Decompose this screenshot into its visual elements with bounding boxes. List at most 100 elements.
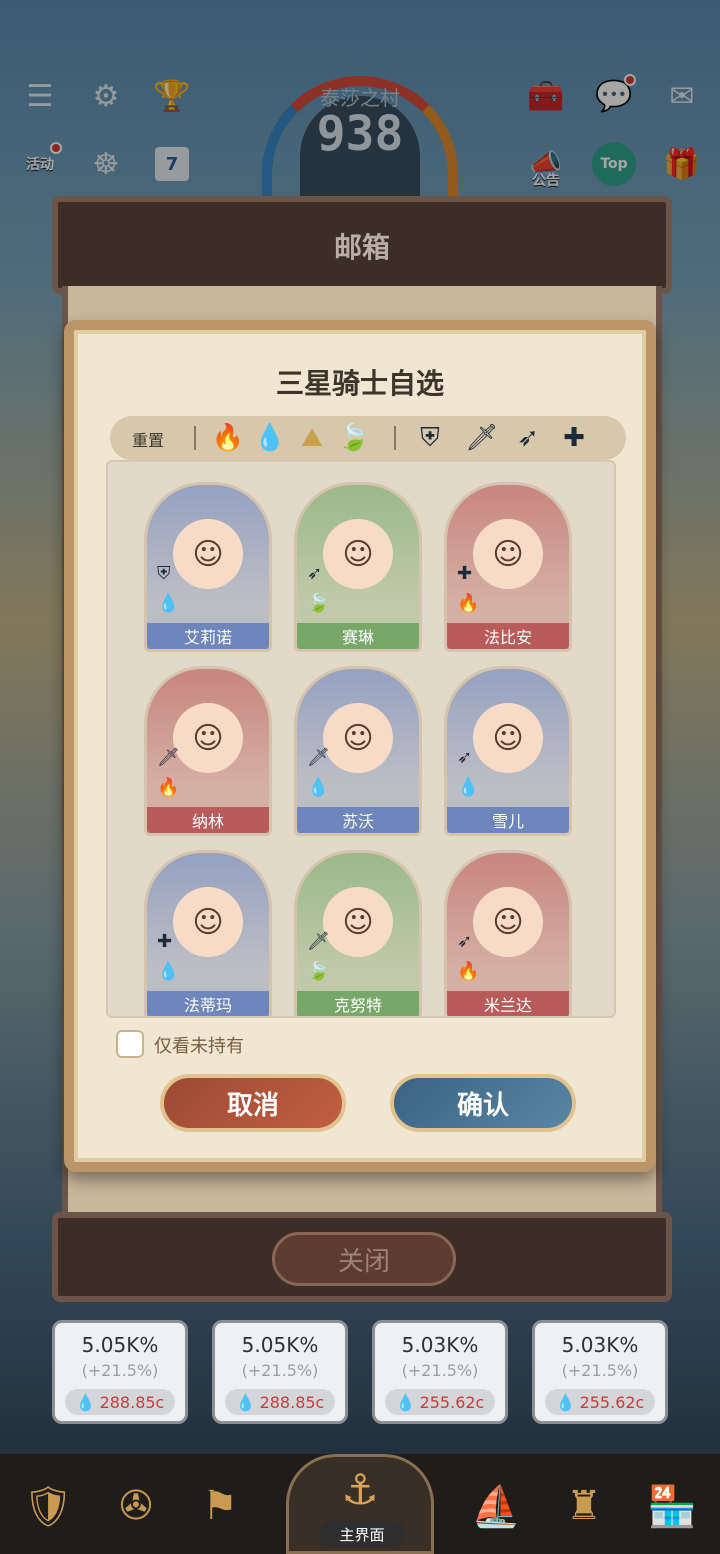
stat-card[interactable]: 5.03K% (+21.5%) 💧 255.62c (532, 1320, 668, 1424)
stat-cost: 💧 255.62c (545, 1389, 655, 1415)
face-icon: ☺ (173, 703, 243, 773)
stat-value: 5.05K% (241, 1333, 319, 1357)
water-drop-icon: 💧 (235, 1392, 256, 1412)
main-nav-label: 主界面 (319, 1521, 405, 1547)
fire-filter-icon[interactable]: 🔥 (210, 420, 246, 456)
water-drop-icon: 💧 (75, 1392, 96, 1412)
face-icon: ☺ (323, 703, 393, 773)
stat-cost-value: 255.62c (579, 1392, 645, 1412)
knight-card[interactable]: ☺ 🗡 💧 苏沃 (294, 666, 422, 836)
face-icon: ☺ (473, 703, 543, 773)
water-drop-icon: 💧 (395, 1392, 416, 1412)
element-icon: 🔥 (457, 961, 480, 982)
role-icon: ➶ (457, 931, 473, 952)
earth-filter-icon[interactable]: ⛰ (294, 420, 330, 456)
knight-card[interactable]: ☺ ✚ 🔥 法比安 (444, 482, 572, 652)
mailbox-header: 邮箱 (52, 196, 672, 294)
confirm-button[interactable]: 确认 (390, 1074, 576, 1132)
stat-delta: (+21.5%) (401, 1361, 479, 1380)
only-unowned-checkbox[interactable] (116, 1030, 144, 1058)
face-icon: ☺ (323, 887, 393, 957)
stat-delta: (+21.5%) (241, 1361, 319, 1380)
role-icon: ✚ (157, 931, 173, 952)
element-icon: 🍃 (307, 961, 330, 982)
stat-card[interactable]: 5.05K% (+21.5%) 💧 288.85c (212, 1320, 348, 1424)
knight-card[interactable]: ☺ ✚ 💧 法蒂玛 (144, 850, 272, 1016)
role-icon: ➶ (307, 563, 323, 584)
role-icon: 🗡 (307, 747, 330, 768)
knight-card[interactable]: ☺ ➶ 🔥 米兰达 (444, 850, 572, 1016)
shield-nav-icon[interactable]: 🛡 (8, 1470, 88, 1542)
mailbox-title: 邮箱 (333, 231, 390, 264)
knight-card[interactable]: ☺ ⛨ 💧 艾莉诺 (144, 482, 272, 652)
element-icon: 🔥 (457, 593, 480, 614)
propeller-nav-icon[interactable]: ✇ (96, 1470, 176, 1542)
element-icon: 💧 (457, 777, 480, 798)
stat-cost-value: 255.62c (419, 1392, 485, 1412)
knight-select-dialog: 三星骑士自选 重置 🔥 💧 ⛰ 🍃 ⛨ 🗡 ➶ ✚ ☺ ⛨ 💧 艾莉诺 ☺ ➶ … (64, 320, 656, 1172)
knight-card[interactable]: ☺ ➶ 💧 雪儿 (444, 666, 572, 836)
shield-filter-icon[interactable]: ⛨ (412, 420, 448, 456)
knight-grid: ☺ ⛨ 💧 艾莉诺 ☺ ➶ 🍃 赛琳 ☺ ✚ 🔥 法比安 ☺ 🗡 🔥 纳林 ☺ … (106, 460, 616, 1018)
water-filter-icon[interactable]: 💧 (252, 420, 288, 456)
knight-name: 赛琳 (297, 623, 419, 649)
knight-name: 雪儿 (447, 807, 569, 833)
wind-filter-icon[interactable]: 🍃 (336, 420, 372, 456)
stat-cost: 💧 288.85c (65, 1389, 175, 1415)
knight-name: 纳林 (147, 807, 269, 833)
knight-name: 克努特 (297, 991, 419, 1016)
element-icon: 💧 (307, 777, 330, 798)
reset-button[interactable]: 重置 (132, 427, 164, 451)
dialog-title: 三星骑士自选 (275, 367, 444, 400)
knight-name: 法比安 (447, 623, 569, 649)
only-unowned-label: 仅看未持有 (154, 1036, 244, 1057)
role-icon: 🗡 (307, 931, 330, 952)
face-icon: ☺ (323, 519, 393, 589)
stat-value: 5.05K% (81, 1333, 159, 1357)
stat-cost-value: 288.85c (99, 1392, 165, 1412)
stat-card[interactable]: 5.05K% (+21.5%) 💧 288.85c (52, 1320, 188, 1424)
knight-name: 法蒂玛 (147, 991, 269, 1016)
face-icon: ☺ (473, 887, 543, 957)
role-icon: 🗡 (157, 747, 180, 768)
knight-card[interactable]: ☺ ➶ 🍃 赛琳 (294, 482, 422, 652)
mailbox-footer: 关闭 (52, 1212, 672, 1302)
role-icon: ➶ (457, 747, 473, 768)
stat-value: 5.03K% (561, 1333, 639, 1357)
role-icon: ✚ (457, 563, 473, 584)
divider (394, 426, 396, 450)
ship-nav-icon[interactable]: ⛵ (456, 1470, 536, 1542)
role-icon: ⛨ (157, 563, 171, 584)
element-icon: 💧 (157, 961, 180, 982)
tower-nav-icon[interactable]: ♜ (544, 1470, 624, 1542)
anchor-icon: ⚓ (341, 1465, 379, 1514)
banner-nav-icon[interactable]: ⚑ (180, 1470, 260, 1542)
stat-value: 5.03K% (401, 1333, 479, 1357)
knight-name: 苏沃 (297, 807, 419, 833)
face-icon: ☺ (173, 519, 243, 589)
close-button[interactable]: 关闭 (272, 1232, 456, 1286)
element-icon: 🔥 (157, 777, 180, 798)
stat-card[interactable]: 5.03K% (+21.5%) 💧 255.62c (372, 1320, 508, 1424)
stat-cost: 💧 288.85c (225, 1389, 335, 1415)
bow-filter-icon[interactable]: ➶ (510, 420, 546, 456)
face-icon: ☺ (473, 519, 543, 589)
main-nav-button[interactable]: ⚓ 主界面 (286, 1454, 434, 1554)
knight-card[interactable]: ☺ 🗡 🔥 纳林 (144, 666, 272, 836)
water-drop-icon: 💧 (555, 1392, 576, 1412)
shop-nav-icon[interactable]: 🏪 (632, 1470, 712, 1542)
knight-name: 米兰达 (447, 991, 569, 1016)
element-icon: 🍃 (307, 593, 330, 614)
stat-cost-value: 288.85c (259, 1392, 325, 1412)
knight-card[interactable]: ☺ 🗡 🍃 克努特 (294, 850, 422, 1016)
element-icon: 💧 (157, 593, 180, 614)
face-icon: ☺ (173, 887, 243, 957)
divider (194, 426, 196, 450)
stat-cost: 💧 255.62c (385, 1389, 495, 1415)
sword-filter-icon[interactable]: 🗡 (464, 420, 500, 456)
knight-name: 艾莉诺 (147, 623, 269, 649)
stat-delta: (+21.5%) (81, 1361, 159, 1380)
bottom-nav: 🛡 ✇ ⚑ ⚓ 主界面 ⛵ ♜ 🏪 (0, 1454, 720, 1554)
heal-filter-icon[interactable]: ✚ (556, 420, 592, 456)
cancel-button[interactable]: 取消 (160, 1074, 346, 1132)
